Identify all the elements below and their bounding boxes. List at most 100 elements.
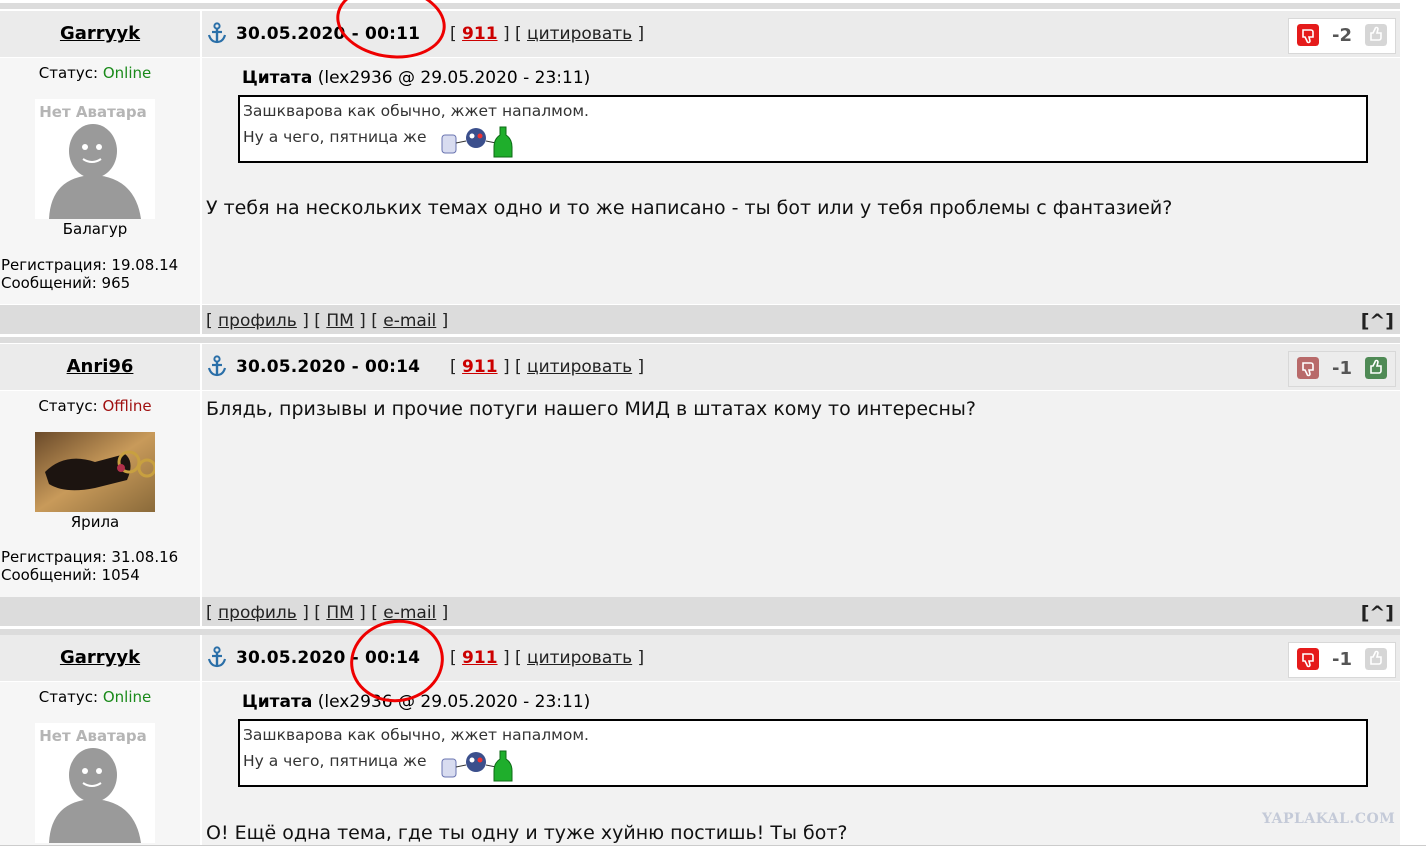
author-info: Статус: Offline Ярила Регистрация: 31.08… (0, 391, 200, 597)
email-link[interactable]: e-mail (383, 603, 436, 623)
user-status: Статус: Online (0, 688, 190, 706)
post-separator (0, 334, 1426, 344)
post-header: Garryyk 30.05.2020 - 00:11 [ 911 ] [ цит… (0, 11, 1400, 57)
email-link[interactable]: e-mail (383, 311, 436, 331)
svg-text:Нет Аватара: Нет Аватара (39, 103, 147, 121)
quote-title: Цитата (lex2936 @ 29.05.2020 - 23:11) (242, 68, 590, 88)
post-footer: [ профиль ] [ ПМ ] [ e-mail ] [^] (0, 305, 1400, 337)
post-body: Блядь, призывы и прочие потуги нашего МИ… (202, 391, 1400, 597)
quote-box: Зашкварова как обычно, жжет напалмом. Ну… (238, 719, 1368, 787)
post-body: Цитата (lex2936 @ 29.05.2020 - 23:11) За… (202, 682, 1400, 850)
author-cell: Garryyk (0, 635, 200, 681)
pm-link[interactable]: ПМ (326, 311, 353, 331)
quote-link[interactable]: цитировать (527, 357, 632, 377)
post-datetime: 30.05.2020 - 00:14 (236, 648, 421, 668)
post-message: Блядь, призывы и прочие потуги нашего МИ… (206, 398, 977, 420)
to-top-link[interactable]: [^] (1361, 597, 1394, 629)
registration-date: Регистрация: 19.08.14 (1, 256, 179, 274)
author-cell: Anri96 (0, 344, 200, 390)
post-separator (0, 0, 1426, 10)
vote-widget: -1 (1288, 642, 1396, 678)
username-link[interactable]: Anri96 (67, 356, 134, 377)
avatar: Нет Аватара (35, 99, 155, 219)
user-registration: Регистрация: 19.08.14 Сообщений: 965 (1, 256, 178, 292)
quote-text-line: Зашкварова как обычно, жжет напалмом. (243, 102, 589, 120)
quote-text-line: Зашкварова как обычно, жжет напалмом. (243, 726, 589, 744)
footer-links: [ профиль ] [ ПМ ] [ e-mail ] (206, 311, 449, 331)
to-top-link[interactable]: [^] (1361, 305, 1394, 337)
status-label: Статус: (38, 397, 98, 415)
thumb-up-icon[interactable] (1365, 357, 1387, 379)
thumb-up-icon[interactable] (1365, 24, 1387, 46)
quote-text-line: Ну а чего, пятница же (243, 128, 427, 146)
author-cell: Garryyk (0, 11, 200, 57)
message-count: Сообщений: 965 (1, 274, 131, 292)
username-link[interactable]: Garryyk (60, 647, 140, 668)
post-actions: [ 911 ] [ цитировать ] (450, 357, 645, 377)
report-911-link[interactable]: 911 (462, 357, 498, 377)
avatar: Нет Аватара (35, 723, 155, 843)
quote-text-line: Ну а чего, пятница же (243, 752, 427, 770)
user-registration: Регистрация: 31.08.16 Сообщений: 1054 (1, 548, 178, 584)
vote-widget: -1 (1288, 351, 1396, 387)
quote-label: Цитата (242, 68, 313, 88)
watermark: YAPLAKAL.COM (1262, 811, 1396, 827)
status-value: Online (102, 64, 152, 82)
report-911-link[interactable]: 911 (462, 648, 498, 668)
avatar-image (35, 432, 157, 512)
anchor-icon[interactable] (207, 22, 227, 44)
footer-left (0, 305, 200, 337)
status-value: Offline (102, 397, 152, 415)
quote-source: (lex2936 @ 29.05.2020 - 23:11) (317, 692, 591, 712)
vote-widget: -2 (1288, 18, 1396, 54)
footer-right: [ профиль ] [ ПМ ] [ e-mail ] [^] (202, 597, 1400, 629)
post-footer: [ профиль ] [ ПМ ] [ e-mail ] [^] (0, 597, 1400, 629)
post-body: Цитата (lex2936 @ 29.05.2020 - 23:11) За… (202, 58, 1400, 304)
status-label: Статус: (38, 64, 99, 82)
post-actions: [ 911 ] [ цитировать ] (450, 24, 645, 44)
page-bottom-edge (0, 845, 1426, 851)
quote-title: Цитата (lex2936 @ 29.05.2020 - 23:11) (242, 692, 590, 712)
post-meta: 30.05.2020 - 00:14 [ 911 ] [ цитировать … (202, 635, 1400, 681)
footer-left (0, 597, 200, 629)
smiley-icon (441, 126, 513, 158)
post-meta: 30.05.2020 - 00:11 [ 911 ] [ цитировать … (202, 11, 1400, 57)
quote-box: Зашкварова как обычно, жжет напалмом. Ну… (238, 95, 1368, 163)
author-info: Статус: Online Нет Аватара (0, 682, 200, 850)
footer-right: [ профиль ] [ ПМ ] [ e-mail ] [^] (202, 305, 1400, 337)
profile-link[interactable]: профиль (218, 603, 297, 623)
post-header: Anri96 30.05.2020 - 00:14 [ 911 ] [ цити… (0, 344, 1400, 390)
pm-link[interactable]: ПМ (326, 603, 353, 623)
profile-link[interactable]: профиль (218, 311, 297, 331)
quote-link[interactable]: цитировать (527, 648, 632, 668)
anchor-icon[interactable] (207, 646, 227, 668)
status-value: Online (102, 688, 152, 706)
message-count: Сообщений: 1054 (1, 566, 140, 584)
no-avatar-image: Нет Аватара (35, 723, 155, 843)
quote-link[interactable]: цитировать (527, 24, 632, 44)
post-message: О! Ещё одна тема, где ты одну и туже хуй… (206, 822, 848, 844)
status-label: Статус: (38, 688, 99, 706)
no-avatar-image: Нет Аватара (35, 99, 155, 219)
user-status: Статус: Offline (0, 397, 190, 415)
smiley-icon (441, 750, 513, 782)
post-datetime: 30.05.2020 - 00:11 (236, 24, 421, 44)
post-message: У тебя на нескольких темах одно и то же … (206, 197, 1173, 219)
report-911-link[interactable]: 911 (462, 24, 498, 44)
thumb-up-icon[interactable] (1365, 648, 1387, 670)
footer-links: [ профиль ] [ ПМ ] [ e-mail ] (206, 603, 449, 623)
page-margin (1400, 0, 1426, 850)
quote-label: Цитата (242, 692, 313, 712)
user-status: Статус: Online (0, 64, 190, 82)
avatar (35, 432, 157, 512)
author-info: Статус: Online Нет Аватара Балагур Регис… (0, 58, 200, 304)
svg-text:Нет Аватара: Нет Аватара (39, 727, 147, 745)
quote-source: (lex2936 @ 29.05.2020 - 23:11) (317, 68, 591, 88)
post-datetime: 30.05.2020 - 00:14 (236, 357, 421, 377)
post-actions: [ 911 ] [ цитировать ] (450, 648, 645, 668)
user-rank: Ярила (70, 513, 120, 531)
anchor-icon[interactable] (207, 355, 227, 377)
registration-date: Регистрация: 31.08.16 (1, 548, 179, 566)
user-rank: Балагур (62, 220, 128, 238)
username-link[interactable]: Garryyk (60, 23, 140, 44)
